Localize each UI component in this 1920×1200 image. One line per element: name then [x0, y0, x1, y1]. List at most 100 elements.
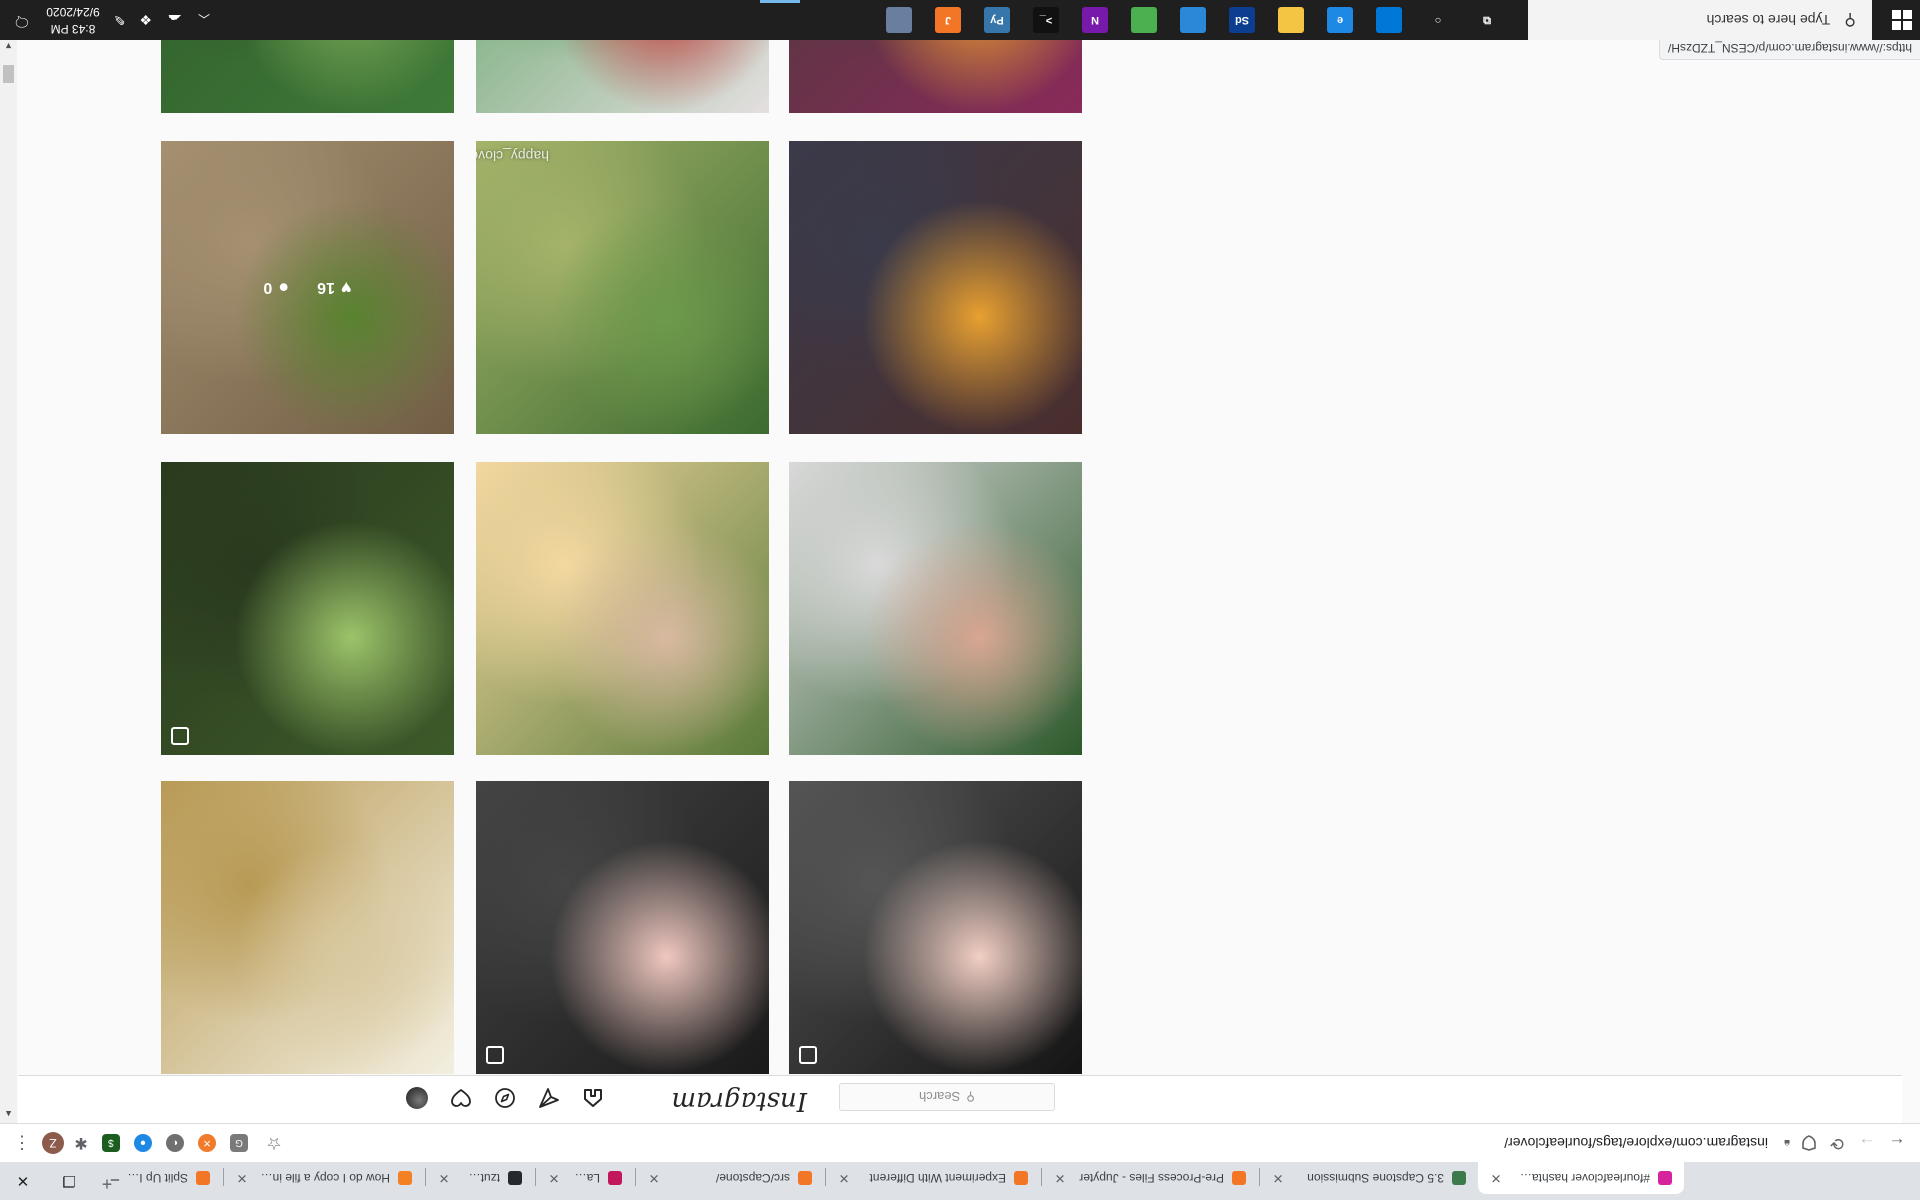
reload-button[interactable]: ⟳: [1824, 1130, 1850, 1156]
extension-orange-icon[interactable]: ✕: [198, 1134, 216, 1152]
close-tab-icon[interactable]: ✕: [436, 1170, 452, 1186]
scroll-down-arrow-icon[interactable]: ▼: [0, 38, 17, 55]
extension-circle-icon[interactable]: ◐: [166, 1134, 184, 1152]
star-icon: ☆: [266, 1134, 282, 1153]
multiple-photos-icon: [486, 1046, 504, 1064]
minimize-button[interactable]: –: [92, 1162, 138, 1200]
tab-separator: [635, 1168, 636, 1186]
maximize-button[interactable]: ❐: [46, 1162, 92, 1200]
tab-instagram[interactable]: #fourleafclover hashtag on ✕: [1478, 1162, 1684, 1194]
close-tab-icon[interactable]: ✕: [836, 1170, 852, 1186]
chevron-up-icon[interactable]: ︿: [198, 12, 210, 29]
window-controls: – ❐ ✕: [0, 1162, 138, 1200]
taskbar-search-placeholder: Type here to search: [1706, 12, 1831, 28]
calculator-icon[interactable]: [886, 7, 912, 33]
tab-title: Experiment With Different: [869, 1171, 1007, 1185]
address-bar[interactable]: 🔒︎ instagram.com/explore/tags/fourleafcl…: [672, 1129, 1802, 1157]
instagram-logo[interactable]: Instagram: [671, 1086, 807, 1116]
tab-title: src/Capstone/: [715, 1171, 790, 1185]
tab-separator: [1259, 1168, 1260, 1186]
pen-icon[interactable]: ✎: [114, 12, 126, 29]
windows-logo-icon: [1903, 21, 1912, 30]
link-status-bubble: https://www.instagram.com/p/CESN_TZDzsH/: [1658, 37, 1920, 60]
back-button[interactable]: ←: [1884, 1130, 1910, 1156]
windows-logo-icon: [1892, 10, 1901, 19]
home-button[interactable]: [579, 1084, 607, 1112]
close-tab-icon[interactable]: ✕: [1270, 1170, 1286, 1186]
bookmark-button[interactable]: ☆: [261, 1130, 287, 1156]
close-tab-icon[interactable]: ✕: [546, 1170, 562, 1186]
python-icon[interactable]: Py: [984, 7, 1010, 33]
direct-button[interactable]: [535, 1084, 563, 1112]
terminal-icon[interactable]: >_: [1033, 7, 1059, 33]
tab-experiment[interactable]: Experiment With Different ✕: [826, 1162, 1040, 1194]
jupyter-favicon-icon: [798, 1171, 812, 1185]
tab-copy-file-python[interactable]: How do I copy a file in Pyth ✕: [224, 1162, 424, 1194]
start-button[interactable]: [1892, 10, 1912, 30]
photos-icon[interactable]: [1180, 7, 1206, 33]
close-tab-icon[interactable]: ✕: [646, 1170, 662, 1186]
post-thumbnail[interactable]: [789, 462, 1082, 755]
onedrive-cloud-icon[interactable]: ☁: [168, 12, 182, 29]
jupyter-icon[interactable]: J: [935, 7, 961, 33]
post-thumbnail[interactable]: ♥ 16 ● 0: [161, 141, 454, 434]
tab-separator: [535, 1168, 536, 1186]
tab-preprocess-files[interactable]: Pre-Process Files - Jupyter ✕: [1042, 1162, 1258, 1194]
extensions-puzzle-icon[interactable]: ✱: [72, 1134, 90, 1152]
post-thumbnail[interactable]: [789, 141, 1082, 434]
post-thumbnail[interactable]: [476, 781, 769, 1074]
profile-avatar[interactable]: Z: [42, 1132, 64, 1154]
arrow-left-icon: ←: [1888, 1134, 1906, 1153]
taskbar-clock[interactable]: 8:43 PM 9/24/2020: [38, 3, 108, 37]
tab-src-capstone[interactable]: src/Capstone/ ✕: [636, 1162, 824, 1194]
windows-store-icon[interactable]: [1376, 7, 1402, 33]
scrollbar-thumb[interactable]: [3, 65, 14, 83]
tab-title: Label: [572, 1171, 600, 1185]
profile-button[interactable]: [403, 1084, 431, 1112]
task-view-icon[interactable]: ⧉: [1474, 7, 1500, 33]
close-window-button[interactable]: ✕: [0, 1162, 46, 1200]
comments-stat: ● 0: [263, 277, 289, 298]
tab-labelimg[interactable]: tzutalin/labelImg: LabelImg ✕: [426, 1162, 534, 1194]
screen: #fourleafclover hashtag on ✕ 3.5 Capston…: [0, 0, 1920, 1200]
tab-label[interactable]: Label ✕: [536, 1162, 634, 1194]
address-url: instagram.com/explore/tags/fourleafclove…: [1504, 1135, 1768, 1151]
extension-green-icon[interactable]: $: [102, 1134, 120, 1152]
tab-title: tzutalin/labelImg: LabelImg: [462, 1171, 500, 1185]
post-thumbnail[interactable]: [161, 462, 454, 755]
close-tab-icon[interactable]: ✕: [1052, 1170, 1068, 1186]
tab-capstone-submission[interactable]: 3.5 Capstone Submission ✕: [1260, 1162, 1478, 1194]
post-thumbnail[interactable]: [789, 781, 1082, 1074]
dropbox-icon[interactable]: ❖: [139, 12, 152, 29]
explore-button[interactable]: [491, 1084, 519, 1112]
extension-blue-icon[interactable]: ●: [134, 1134, 152, 1152]
close-tab-icon[interactable]: ✕: [234, 1170, 250, 1186]
forward-button[interactable]: →: [1854, 1130, 1880, 1156]
instagram-header: Instagram ⚲ Search: [18, 1075, 1902, 1123]
taskbar-search-box[interactable]: ⚲ Type here to search: [1528, 0, 1872, 40]
close-tab-icon[interactable]: ✕: [1488, 1170, 1504, 1186]
home-icon: [584, 1089, 602, 1107]
cortana-icon[interactable]: ○: [1425, 7, 1451, 33]
notification-center-icon[interactable]: 🗨︎: [12, 10, 32, 30]
page-scrollbar[interactable]: ▲ ▼: [0, 38, 17, 1123]
post-thumbnail[interactable]: [476, 462, 769, 755]
post-thumbnail[interactable]: happy_clover 4: [476, 141, 769, 434]
search-icon: ⚲: [1844, 11, 1856, 28]
chrome-icon[interactable]: [1131, 7, 1157, 33]
search-placeholder: Search: [919, 1089, 961, 1105]
comments-count: 0: [263, 279, 273, 297]
activity-button[interactable]: [447, 1084, 475, 1112]
tab-title: Pre-Process Files - Jupyter: [1079, 1171, 1224, 1185]
tab-title: #fourleafclover hashtag on: [1514, 1171, 1650, 1185]
stackoverflow-favicon-icon: [398, 1171, 412, 1185]
edge-icon[interactable]: e: [1327, 7, 1353, 33]
photoshop-icon[interactable]: Sd: [1229, 7, 1255, 33]
browser-menu-button[interactable]: ⋮: [12, 1132, 32, 1154]
scroll-up-arrow-icon[interactable]: ▲: [0, 1106, 17, 1123]
post-thumbnail[interactable]: [161, 781, 454, 1074]
onenote-icon[interactable]: N: [1082, 7, 1108, 33]
instagram-search-input[interactable]: ⚲ Search: [839, 1083, 1055, 1111]
file-explorer-icon[interactable]: [1278, 7, 1304, 33]
extension-g-icon[interactable]: G: [230, 1134, 248, 1152]
